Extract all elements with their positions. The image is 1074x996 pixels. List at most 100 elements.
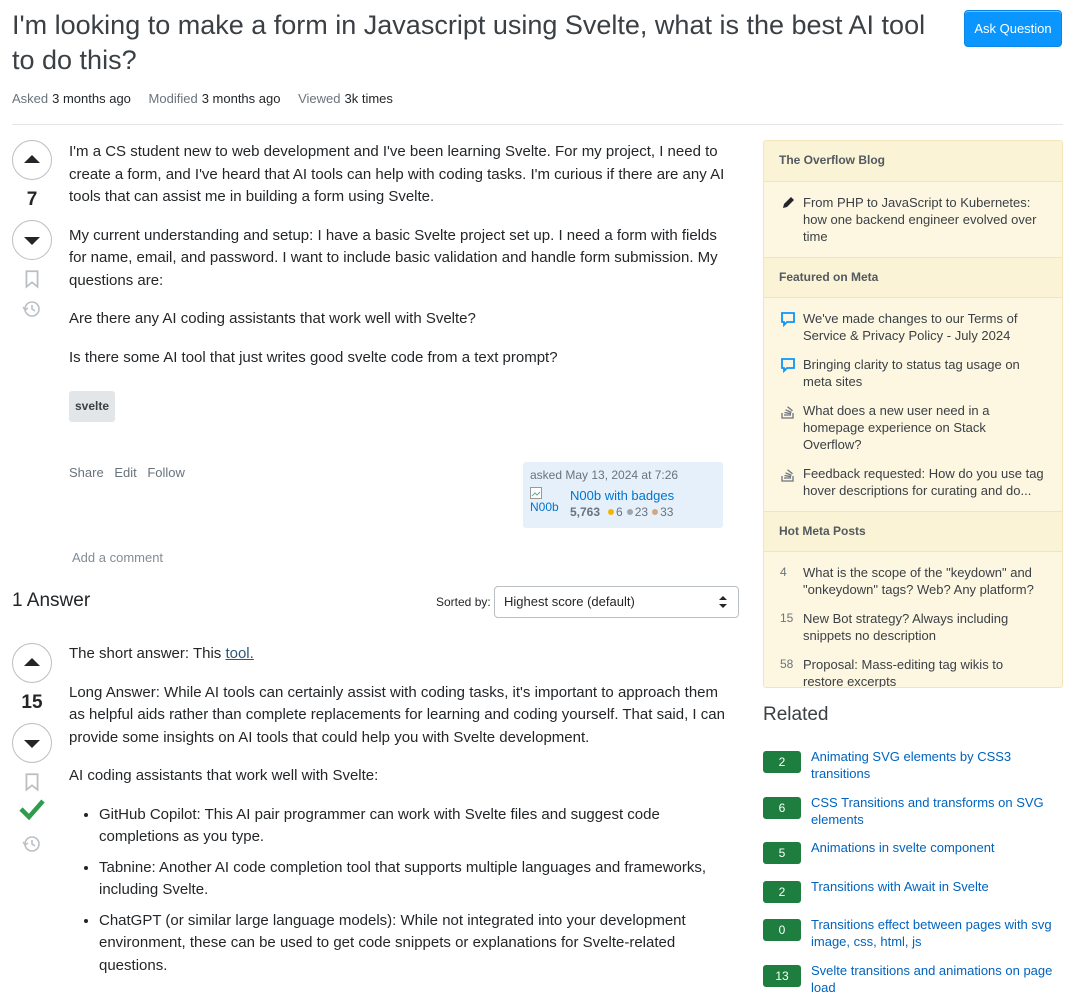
related-score: 5 xyxy=(763,842,801,864)
assistants-list: GitHub Copilot: This AI pair programmer … xyxy=(69,804,729,978)
bronze-badge-icon xyxy=(652,509,659,516)
hot-meta-count: 4 xyxy=(780,565,787,579)
add-comment-link[interactable]: Add a comment xyxy=(72,550,163,565)
related-heading: Related xyxy=(763,704,829,725)
arrow-down-icon xyxy=(24,740,40,748)
hot-meta-item[interactable]: 4 What is the scope of the "keydown" and… xyxy=(764,564,1062,598)
user-card: asked May 13, 2024 at 7:26 N00b N00b wit… xyxy=(523,462,723,528)
related-title[interactable]: CSS Transitions and transforms on SVG el… xyxy=(811,794,1056,828)
history-icon[interactable] xyxy=(22,833,42,855)
silver-badge-count: 23 xyxy=(634,505,649,519)
question-paragraph: My current understanding and setup: I ha… xyxy=(69,226,718,289)
meta-item[interactable]: Bringing clarity to status tag usage on … xyxy=(764,356,1062,390)
hot-meta-label: New Bot strategy? Always including snipp… xyxy=(803,611,1009,643)
gold-badge-icon xyxy=(608,509,615,516)
post-menu: Share Edit Follow xyxy=(69,465,192,480)
user-name[interactable]: N00b with badges xyxy=(570,488,674,503)
meta-item-label: We've made changes to our Terms of Servi… xyxy=(803,311,1018,343)
bookmark-icon[interactable] xyxy=(22,268,42,290)
share-link[interactable]: Share xyxy=(69,465,104,480)
tag-svelte[interactable]: svelte xyxy=(69,391,116,422)
related-title[interactable]: Svelte transitions and animations on pag… xyxy=(811,962,1056,996)
upvote-button[interactable] xyxy=(12,643,52,683)
answers-count-heading: 1 Answer xyxy=(12,590,91,611)
sort-select[interactable]: Highest score (default) xyxy=(494,586,739,618)
avatar[interactable]: N00b xyxy=(530,487,566,519)
related-score: 13 xyxy=(763,965,801,987)
question-paragraph: Is there some AI tool that just writes g… xyxy=(69,348,558,366)
downvote-button[interactable] xyxy=(12,220,52,260)
avatar-alt-text: N00b xyxy=(530,500,559,514)
meta-header: Featured on Meta xyxy=(764,257,1062,298)
meta-item-label: Feedback requested: How do you use tag h… xyxy=(803,466,1044,498)
assistants-intro: AI coding assistants that work well with… xyxy=(69,767,379,784)
hot-meta-count: 58 xyxy=(780,657,794,671)
related-title[interactable]: Transitions effect between pages with sv… xyxy=(811,916,1056,950)
short-answer-text: The short answer: This xyxy=(69,645,226,662)
sort-label: Sorted by: xyxy=(436,595,491,609)
related-score: 0 xyxy=(763,919,801,941)
list-item: Tabnine: Another AI code completion tool… xyxy=(99,857,729,902)
related-score: 6 xyxy=(763,797,801,819)
related-title[interactable]: Animations in svelte component xyxy=(811,839,1056,856)
long-answer: Long Answer: While AI tools can certainl… xyxy=(69,683,725,746)
question-vote-column: 7 xyxy=(12,140,52,320)
short-answer: The short answer: This tool. xyxy=(69,643,729,666)
accepted-checkmark-icon xyxy=(19,799,45,821)
meta-item[interactable]: What does a new user need in a homepage … xyxy=(764,402,1062,453)
hot-meta-item[interactable]: 15 New Bot strategy? Always including sn… xyxy=(764,610,1062,644)
question-paragraph: Are there any AI coding assistants that … xyxy=(69,310,476,327)
question-meta: Asked 3 months ago Modified 3 months ago V… xyxy=(12,91,407,106)
upvote-button[interactable] xyxy=(12,140,52,180)
gold-badge-count: 6 xyxy=(616,505,623,519)
modified-label: Modified xyxy=(148,91,198,106)
list-item: GitHub Copilot: This AI pair programmer … xyxy=(99,804,729,849)
related-score: 2 xyxy=(763,751,801,773)
arrow-down-icon xyxy=(24,237,40,245)
asked-timestamp[interactable]: asked May 13, 2024 at 7:26 xyxy=(530,468,716,482)
question-title[interactable]: I'm looking to make a form in Javascript… xyxy=(12,8,942,78)
question-vote-count: 7 xyxy=(26,189,38,210)
meta-item-label: Bringing clarity to status tag usage on … xyxy=(803,357,1020,389)
answer-vote-count: 15 xyxy=(21,692,43,713)
blog-item-label: From PHP to JavaScript to Kubernetes: ho… xyxy=(803,195,1037,244)
follow-link[interactable]: Follow xyxy=(147,465,185,480)
question-paragraph: I'm a CS student new to web development … xyxy=(69,143,725,205)
answer-body: The short answer: This tool. Long Answer… xyxy=(69,643,729,985)
answer-vote-column: 15 xyxy=(12,643,52,855)
downvote-button[interactable] xyxy=(12,723,52,763)
reputation-score: 5,763 xyxy=(570,505,601,519)
arrow-up-icon xyxy=(24,155,40,163)
select-caret-icon xyxy=(719,596,727,608)
tool-link[interactable]: tool. xyxy=(225,645,253,662)
viewed-value: 3k times xyxy=(344,91,393,106)
pencil-icon xyxy=(783,197,794,208)
arrow-up-icon xyxy=(24,658,40,666)
bookmark-icon[interactable] xyxy=(22,771,42,793)
asked-label: Asked xyxy=(12,91,49,106)
related-title[interactable]: Animating SVG elements by CSS3 transitio… xyxy=(811,748,1056,782)
ask-question-button[interactable]: Ask Question xyxy=(964,10,1062,47)
speech-bubble-icon xyxy=(781,312,795,327)
hot-meta-count: 15 xyxy=(780,611,794,625)
header-divider xyxy=(12,124,1063,125)
edit-link[interactable]: Edit xyxy=(114,465,136,480)
question-body: I'm a CS student new to web development … xyxy=(69,141,729,422)
hot-meta-label: Proposal: Mass-editing tag wikis to rest… xyxy=(803,657,1004,688)
user-reputation: 5,763 6 23 33 xyxy=(570,505,673,519)
list-item: ChatGPT (or similar large language model… xyxy=(99,910,729,978)
modified-value[interactable]: 3 months ago xyxy=(202,91,281,106)
history-icon[interactable] xyxy=(22,298,42,320)
stack-overflow-icon xyxy=(781,469,794,482)
speech-bubble-icon xyxy=(781,358,795,373)
related-title[interactable]: Transitions with Await in Svelte xyxy=(811,878,1056,895)
overflow-blog-widget: The Overflow Blog From PHP to JavaScript… xyxy=(763,140,1063,688)
meta-item[interactable]: Feedback requested: How do you use tag h… xyxy=(764,465,1062,499)
sort-selected-value: Highest score (default) xyxy=(504,594,635,609)
hot-meta-item[interactable]: 58 Proposal: Mass-editing tag wikis to r… xyxy=(764,656,1062,688)
asked-value[interactable]: 3 months ago xyxy=(52,91,131,106)
meta-item[interactable]: We've made changes to our Terms of Servi… xyxy=(764,310,1062,344)
stack-overflow-icon xyxy=(781,406,794,419)
blog-item[interactable]: From PHP to JavaScript to Kubernetes: ho… xyxy=(764,194,1062,245)
silver-badge-icon xyxy=(626,509,633,516)
